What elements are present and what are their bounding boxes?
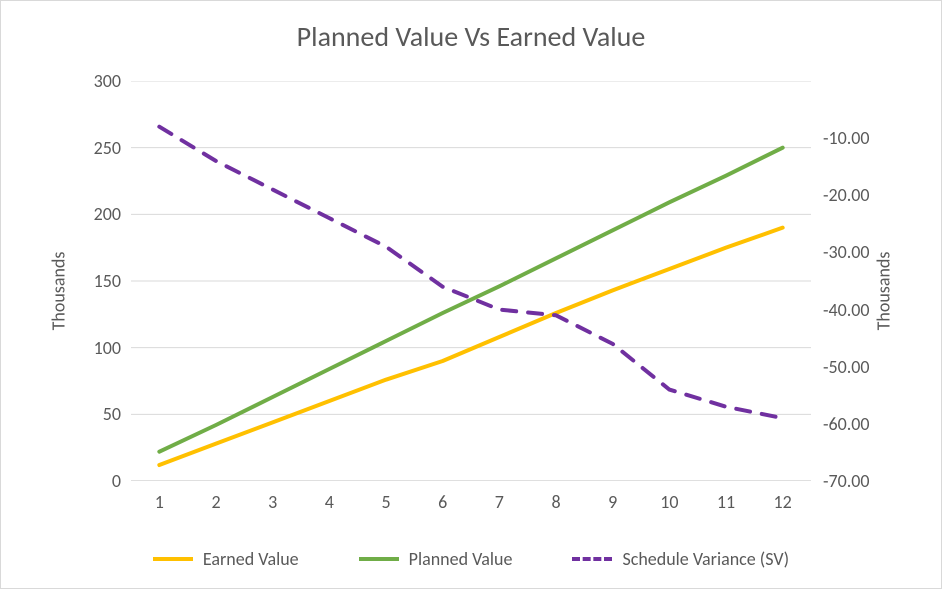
- y-right-tick-label: -40.00: [823, 299, 893, 321]
- legend-item-schedule-variance: Schedule Variance (SV): [572, 548, 789, 570]
- y-left-tick-label: 50: [71, 403, 121, 425]
- x-tick-label: 9: [598, 491, 628, 513]
- legend: Earned Value Planned Value Schedule Vari…: [1, 548, 941, 570]
- y-right-tick-label: -60.00: [823, 413, 893, 435]
- y-right-tick-label: -10.00: [823, 127, 893, 149]
- x-tick-label: 8: [541, 491, 571, 513]
- y-left-tick-label: 0: [71, 470, 121, 492]
- legend-swatch-earned-value: [153, 557, 193, 561]
- legend-swatch-schedule-variance: [572, 557, 612, 561]
- legend-label-earned-value: Earned Value: [203, 548, 299, 570]
- y-right-tick-label: -20.00: [823, 184, 893, 206]
- y-left-tick-label: 150: [71, 270, 121, 292]
- plot-area: [131, 81, 811, 481]
- x-tick-label: 4: [314, 491, 344, 513]
- x-tick-label: 11: [711, 491, 741, 513]
- y-right-tick-label: -70.00: [823, 470, 893, 492]
- y-left-tick-label: 200: [71, 203, 121, 225]
- legend-swatch-planned-value: [359, 557, 399, 561]
- x-tick-label: 2: [201, 491, 231, 513]
- plot-svg: [131, 81, 811, 481]
- y-left-tick-label: 100: [71, 337, 121, 359]
- x-tick-label: 5: [371, 491, 401, 513]
- x-tick-label: 3: [258, 491, 288, 513]
- chart-title: Planned Value Vs Earned Value: [1, 19, 941, 54]
- y-right-tick-label: -30.00: [823, 241, 893, 263]
- x-tick-label: 1: [144, 491, 174, 513]
- legend-item-earned-value: Earned Value: [153, 548, 299, 570]
- y-left-tick-label: 300: [71, 70, 121, 92]
- y-left-tick-label: 250: [71, 137, 121, 159]
- legend-label-planned-value: Planned Value: [409, 548, 513, 570]
- x-tick-label: 10: [654, 491, 684, 513]
- legend-label-schedule-variance: Schedule Variance (SV): [622, 548, 789, 570]
- x-tick-label: 7: [484, 491, 514, 513]
- legend-item-planned-value: Planned Value: [359, 548, 513, 570]
- x-tick-label: 6: [428, 491, 458, 513]
- x-tick-label: 12: [768, 491, 798, 513]
- chart-container: Planned Value Vs Earned Value Thousands …: [0, 0, 942, 589]
- y-right-tick-label: -50.00: [823, 356, 893, 378]
- y-axis-left-title: Thousands: [47, 252, 69, 331]
